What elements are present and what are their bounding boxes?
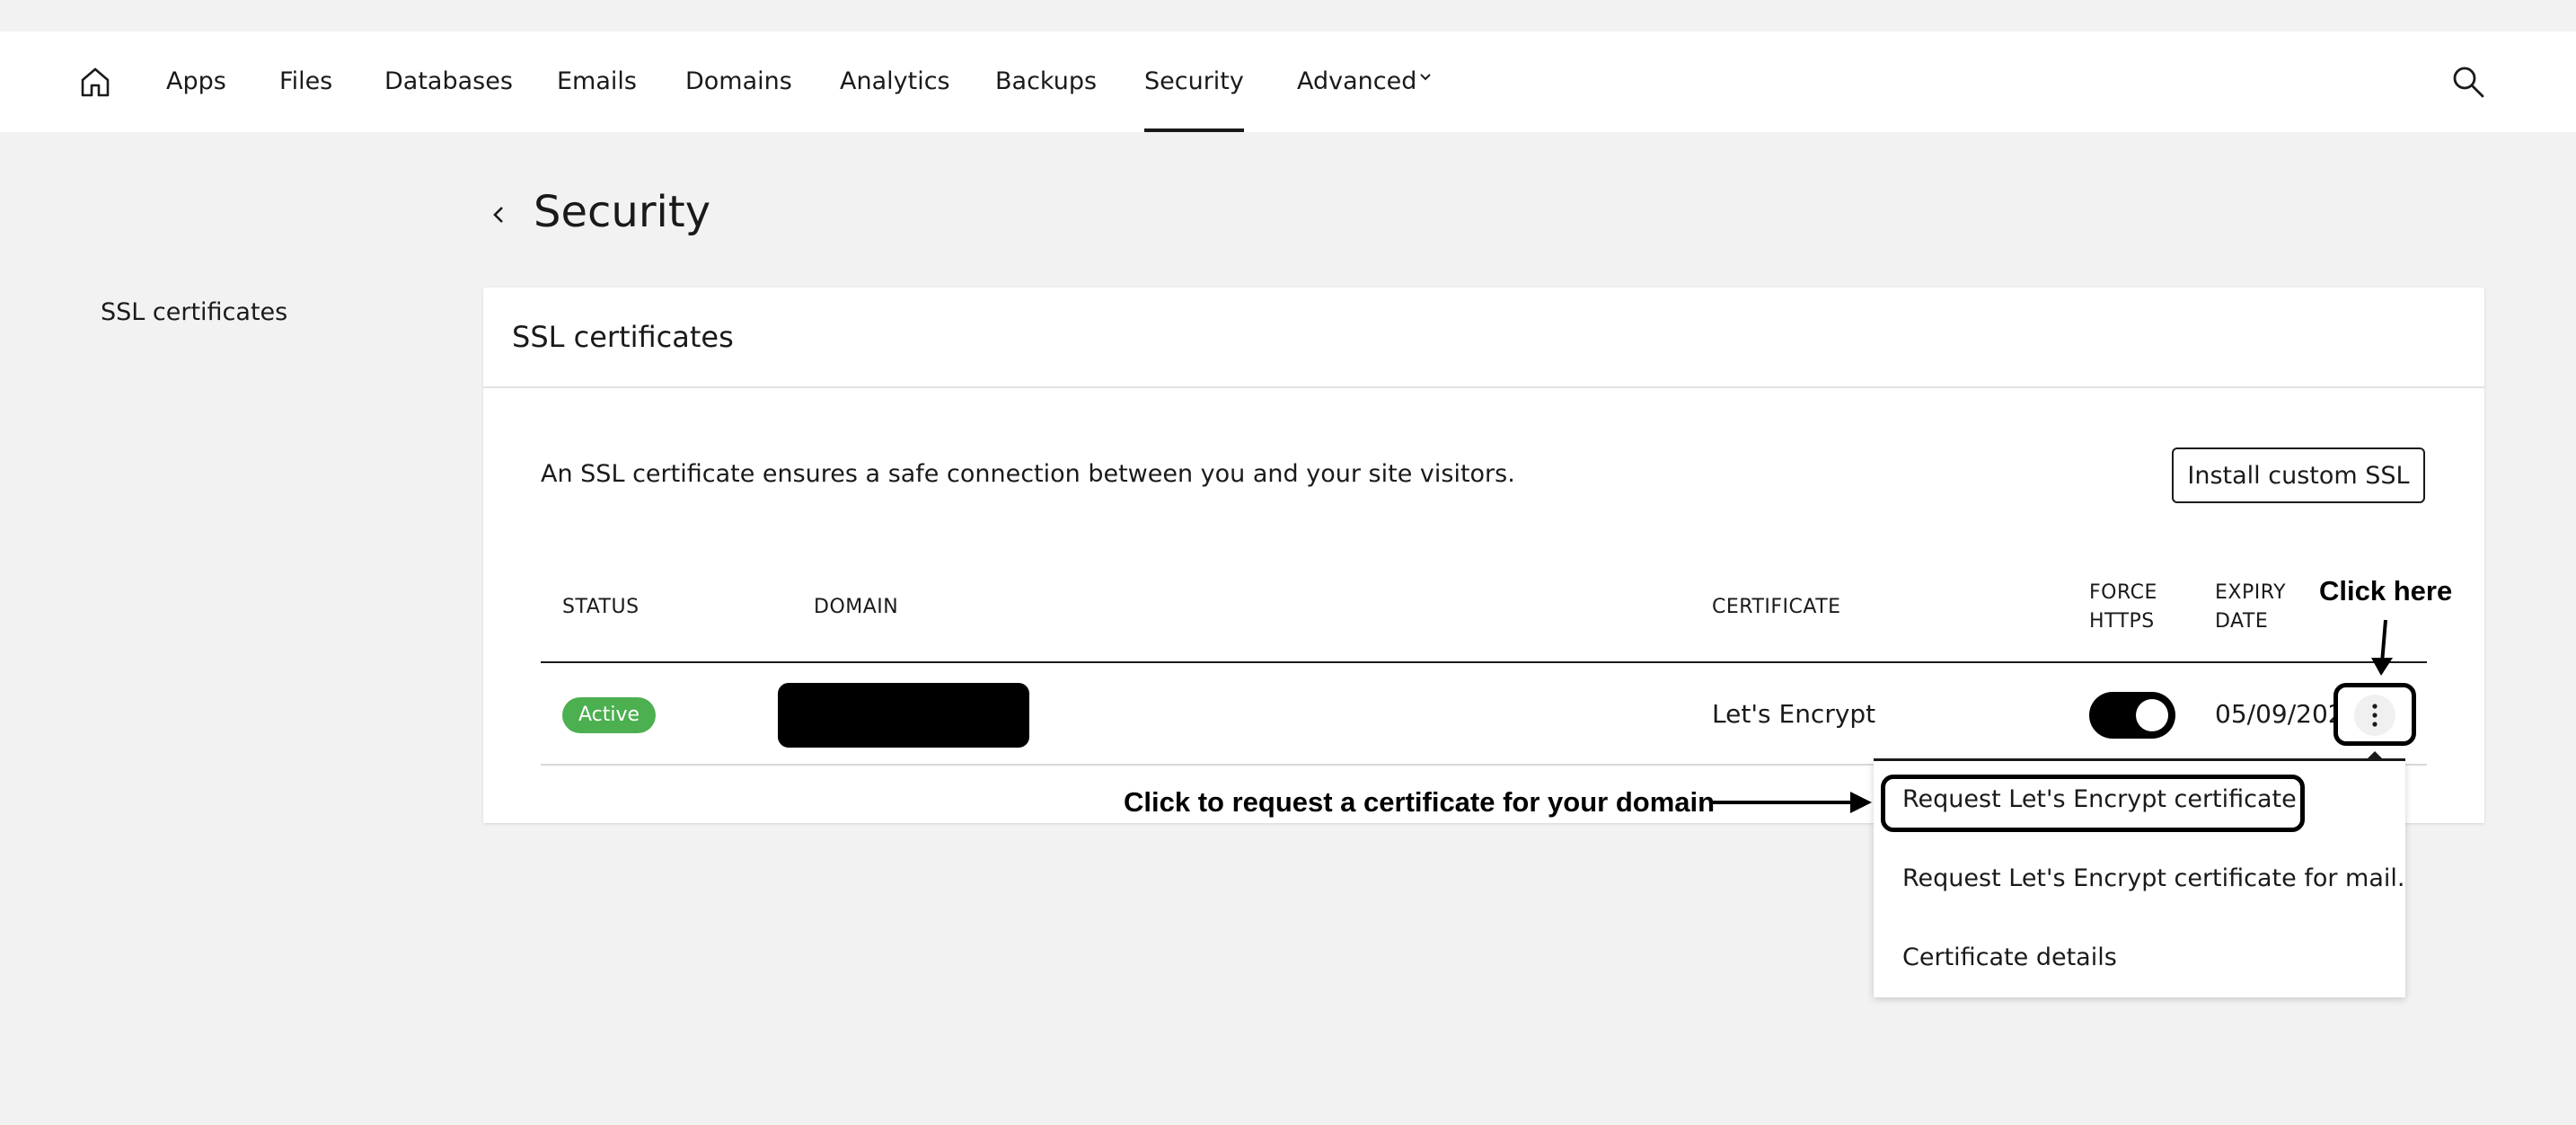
- domain-redacted: [778, 683, 1029, 748]
- column-header-status: STATUS: [562, 593, 640, 622]
- nav-files[interactable]: Files: [279, 31, 332, 132]
- more-vertical-icon: [2372, 704, 2378, 727]
- card-description: An SSL certificate ensures a safe connec…: [541, 460, 1515, 488]
- divider: [483, 386, 2484, 388]
- top-navigation: Apps Files Databases Emails Domains Anal…: [0, 31, 2576, 132]
- status-badge: Active: [562, 697, 657, 733]
- certificate-value: Let's Encrypt: [1712, 699, 1876, 729]
- column-header-expiry-line2: DATE: [2215, 610, 2269, 633]
- column-header-force-https-line2: HTTPS: [2089, 610, 2155, 633]
- sidebar-item-ssl-certificates[interactable]: SSL certificates: [101, 298, 287, 326]
- column-header-certificate: CERTIFICATE: [1712, 593, 1841, 622]
- nav-domains[interactable]: Domains: [685, 31, 792, 132]
- nav-emails[interactable]: Emails: [557, 31, 637, 132]
- column-header-expiry-line1: EXPIRY: [2215, 581, 2287, 604]
- nav-analytics[interactable]: Analytics: [840, 31, 950, 132]
- page-title: Security: [534, 187, 711, 237]
- nav-security[interactable]: Security: [1144, 31, 1244, 132]
- nav-advanced[interactable]: Advanced: [1297, 31, 1416, 132]
- install-custom-ssl-button[interactable]: Install custom SSL: [2172, 447, 2425, 503]
- column-header-force-https: FORCE HTTPS: [2089, 579, 2157, 636]
- nav-databases[interactable]: Databases: [384, 31, 513, 132]
- column-header-domain: DOMAIN: [814, 593, 898, 622]
- annotation-request-hint: Click to request a certificate for your …: [1124, 786, 1716, 818]
- column-header-status-label: STATUS: [562, 596, 640, 618]
- nav-apps[interactable]: Apps: [166, 31, 226, 132]
- annotation-highlight-request-item: [1881, 775, 2305, 832]
- ssl-certificates-card: SSL certificates An SSL certificate ensu…: [483, 288, 2484, 823]
- nav-backups[interactable]: Backups: [995, 31, 1097, 132]
- annotation-click-here: Click here: [2319, 575, 2453, 607]
- column-header-expiry-date: EXPIRY DATE: [2215, 579, 2286, 636]
- chevron-left-icon[interactable]: [485, 201, 512, 228]
- column-header-certificate-label: CERTIFICATE: [1712, 596, 1841, 618]
- row-menu-button[interactable]: [2354, 695, 2395, 736]
- search-icon[interactable]: [2450, 64, 2486, 100]
- column-header-force-https-line1: FORCE: [2089, 581, 2157, 604]
- toggle-knob: [2136, 699, 2168, 731]
- card-title: SSL certificates: [512, 320, 734, 354]
- menu-item-certificate-details[interactable]: Certificate details: [1902, 943, 2117, 971]
- force-https-toggle[interactable]: [2089, 692, 2175, 739]
- menu-item-request-letsencrypt-mail[interactable]: Request Let's Encrypt certificate for ma…: [1902, 864, 2404, 892]
- dropdown-top-border: [1874, 758, 2405, 761]
- column-header-domain-label: DOMAIN: [814, 596, 899, 618]
- home-icon[interactable]: [79, 66, 111, 98]
- table-header-divider: [541, 661, 2427, 663]
- chevron-down-icon[interactable]: [1417, 69, 1434, 85]
- row-menu-highlight: [2333, 683, 2416, 746]
